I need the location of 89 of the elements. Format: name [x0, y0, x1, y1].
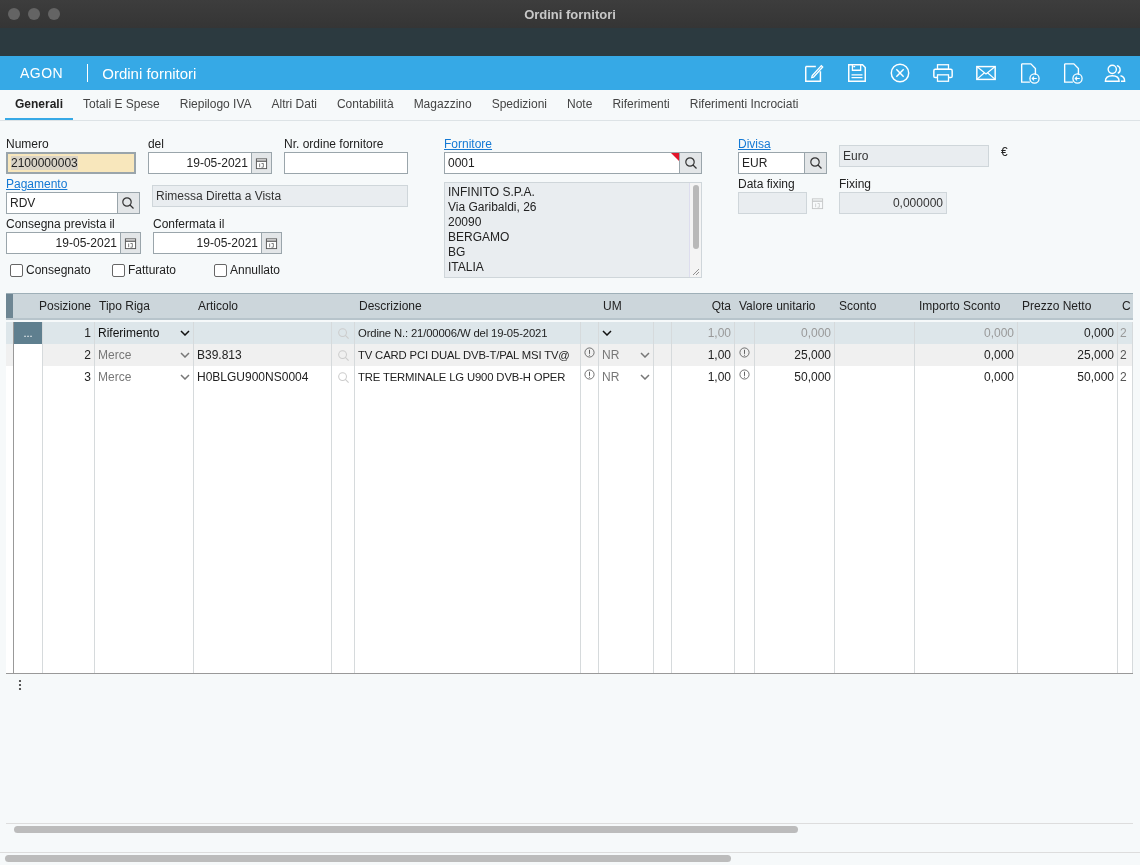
search-icon[interactable] — [808, 156, 823, 170]
info-icon[interactable] — [584, 369, 595, 380]
tab[interactable]: Contabilità — [326, 90, 404, 120]
supplier-code-field[interactable]: 0001 — [444, 152, 680, 174]
field-label: Data fixing — [738, 177, 795, 192]
column-header[interactable]: Qta — [672, 298, 735, 314]
table-row[interactable]: ... 1 Riferimento Ordine N.: 21/00006/W del 19-05-2021 1,00 0,000 0,000 0,000 2 — [6, 322, 1133, 344]
checkbox[interactable] — [214, 263, 227, 277]
tab[interactable]: Magazzino — [403, 90, 482, 120]
checkbox-label: Consegnato — [26, 263, 91, 277]
chevron-down-icon — [602, 330, 612, 336]
tab[interactable]: Spedizioni — [481, 90, 558, 120]
column-header[interactable]: Importo Sconto — [915, 298, 1018, 314]
search-icon[interactable] — [121, 196, 136, 210]
field-label: Consegna prevista il — [6, 217, 115, 232]
save-icon[interactable] — [846, 62, 868, 84]
row-marker[interactable]: ... — [14, 322, 42, 344]
currency-code-field[interactable]: EUR — [738, 152, 805, 174]
tab[interactable]: Riferimenti Incrociati — [679, 90, 809, 120]
tab[interactable]: Totali E Spese — [73, 90, 170, 120]
search-icon[interactable] — [683, 156, 698, 170]
column-header[interactable]: Posizione — [13, 298, 95, 314]
checkbox-label: Annullato — [230, 263, 281, 277]
print-icon[interactable] — [932, 62, 954, 84]
chevron-down-icon — [180, 374, 190, 380]
tab[interactable]: Generali — [5, 90, 74, 120]
field-label: Confermata il — [153, 217, 225, 232]
resize-grip-icon[interactable] — [692, 268, 700, 276]
calendar-icon[interactable] — [265, 236, 278, 250]
date-field[interactable]: 19-05-2021 — [147, 152, 252, 174]
window-title: Ordini fornitori — [524, 6, 616, 22]
date-field[interactable]: 19-05-2021 — [153, 232, 262, 254]
address-text: INFINITO S.P.A. Via Garibaldi, 26 20090 BERGAMO BG ITALIA — [447, 184, 538, 276]
zoom-window-button[interactable] — [48, 8, 60, 20]
document-arrow-icon[interactable] — [1061, 62, 1083, 84]
fixing-field: 0,000000 — [839, 192, 947, 214]
scrollbar[interactable] — [689, 183, 701, 277]
tab[interactable]: Riepilogo IVA — [169, 90, 262, 120]
column-header[interactable]: Descrizione — [355, 298, 599, 314]
date-field[interactable]: 19-05-2021 — [6, 232, 121, 254]
column-header[interactable]: C — [1118, 298, 1133, 314]
info-icon[interactable] — [739, 369, 750, 380]
info-icon[interactable] — [584, 347, 595, 358]
payment-description-field: Rimessa Diretta a Vista — [151, 185, 408, 207]
tab[interactable]: Riferimenti — [602, 90, 680, 120]
column-header[interactable]: Sconto — [835, 298, 915, 314]
checkbox[interactable] — [10, 263, 23, 277]
chevron-down-icon — [180, 330, 190, 336]
users-icon[interactable] — [1104, 62, 1126, 84]
info-icon[interactable] — [739, 347, 750, 358]
column-header[interactable]: Valore unitario — [735, 298, 835, 314]
checkbox[interactable] — [112, 263, 125, 277]
calendar-icon[interactable] — [124, 236, 137, 250]
currency-description-field: Euro — [839, 145, 989, 167]
checkbox-label: Fatturato — [128, 263, 177, 277]
document-arrow-icon[interactable] — [1018, 62, 1040, 84]
close-window-button[interactable] — [8, 8, 20, 20]
header-stripe — [6, 294, 13, 318]
page-title: Ordini fornitori — [102, 64, 197, 82]
minimize-window-button[interactable] — [28, 8, 40, 20]
chevron-down-icon — [640, 352, 650, 358]
field-label-link[interactable]: Divisa — [738, 137, 771, 152]
column-header[interactable]: Prezzo Netto — [1018, 298, 1118, 314]
column-header[interactable]: Articolo — [194, 298, 355, 314]
field-label: del — [147, 137, 164, 152]
tab[interactable]: Altri Dati — [261, 90, 327, 120]
field-label: Numero — [6, 137, 49, 152]
chevron-down-icon — [180, 352, 190, 358]
currency-symbol: € — [1001, 144, 1008, 159]
number-field[interactable]: 2100000003 — [6, 152, 136, 174]
horizontal-scrollbar[interactable] — [6, 823, 1133, 834]
horizontal-scrollbar[interactable] — [0, 852, 1140, 862]
cancel-icon[interactable] — [889, 62, 911, 84]
logo: AGON — [20, 65, 64, 81]
chevron-down-icon — [640, 374, 650, 380]
field-label: Nr. ordine fornitore — [283, 137, 384, 152]
payment-code-field[interactable]: RDV — [6, 192, 118, 214]
column-header[interactable]: Tipo Riga — [95, 298, 194, 314]
edit-icon[interactable] — [803, 62, 825, 84]
table-row[interactable]: 3 Merce H0BLGU900NS0004 TRE TERMINALE LG U900 DVB-H OPER NR 1,00 50,000 0,000 50,000 2 — [6, 366, 1133, 388]
tab[interactable]: Note — [557, 90, 603, 120]
field-label: Fixing — [839, 177, 871, 192]
field-label-link[interactable]: Pagamento — [6, 177, 68, 192]
table-row[interactable]: 2 Merce B39.813 TV CARD PCI DUAL DVB-T/PAL MSI TV@ NR 1,00 25,000 0,000 25,000 2 — [6, 344, 1133, 366]
input-field[interactable] — [283, 152, 408, 174]
field-label-link[interactable]: Fornitore — [444, 137, 493, 152]
more-icon[interactable] — [18, 679, 22, 691]
calendar-icon[interactable] — [254, 156, 268, 170]
column-header[interactable]: UM — [599, 298, 672, 314]
